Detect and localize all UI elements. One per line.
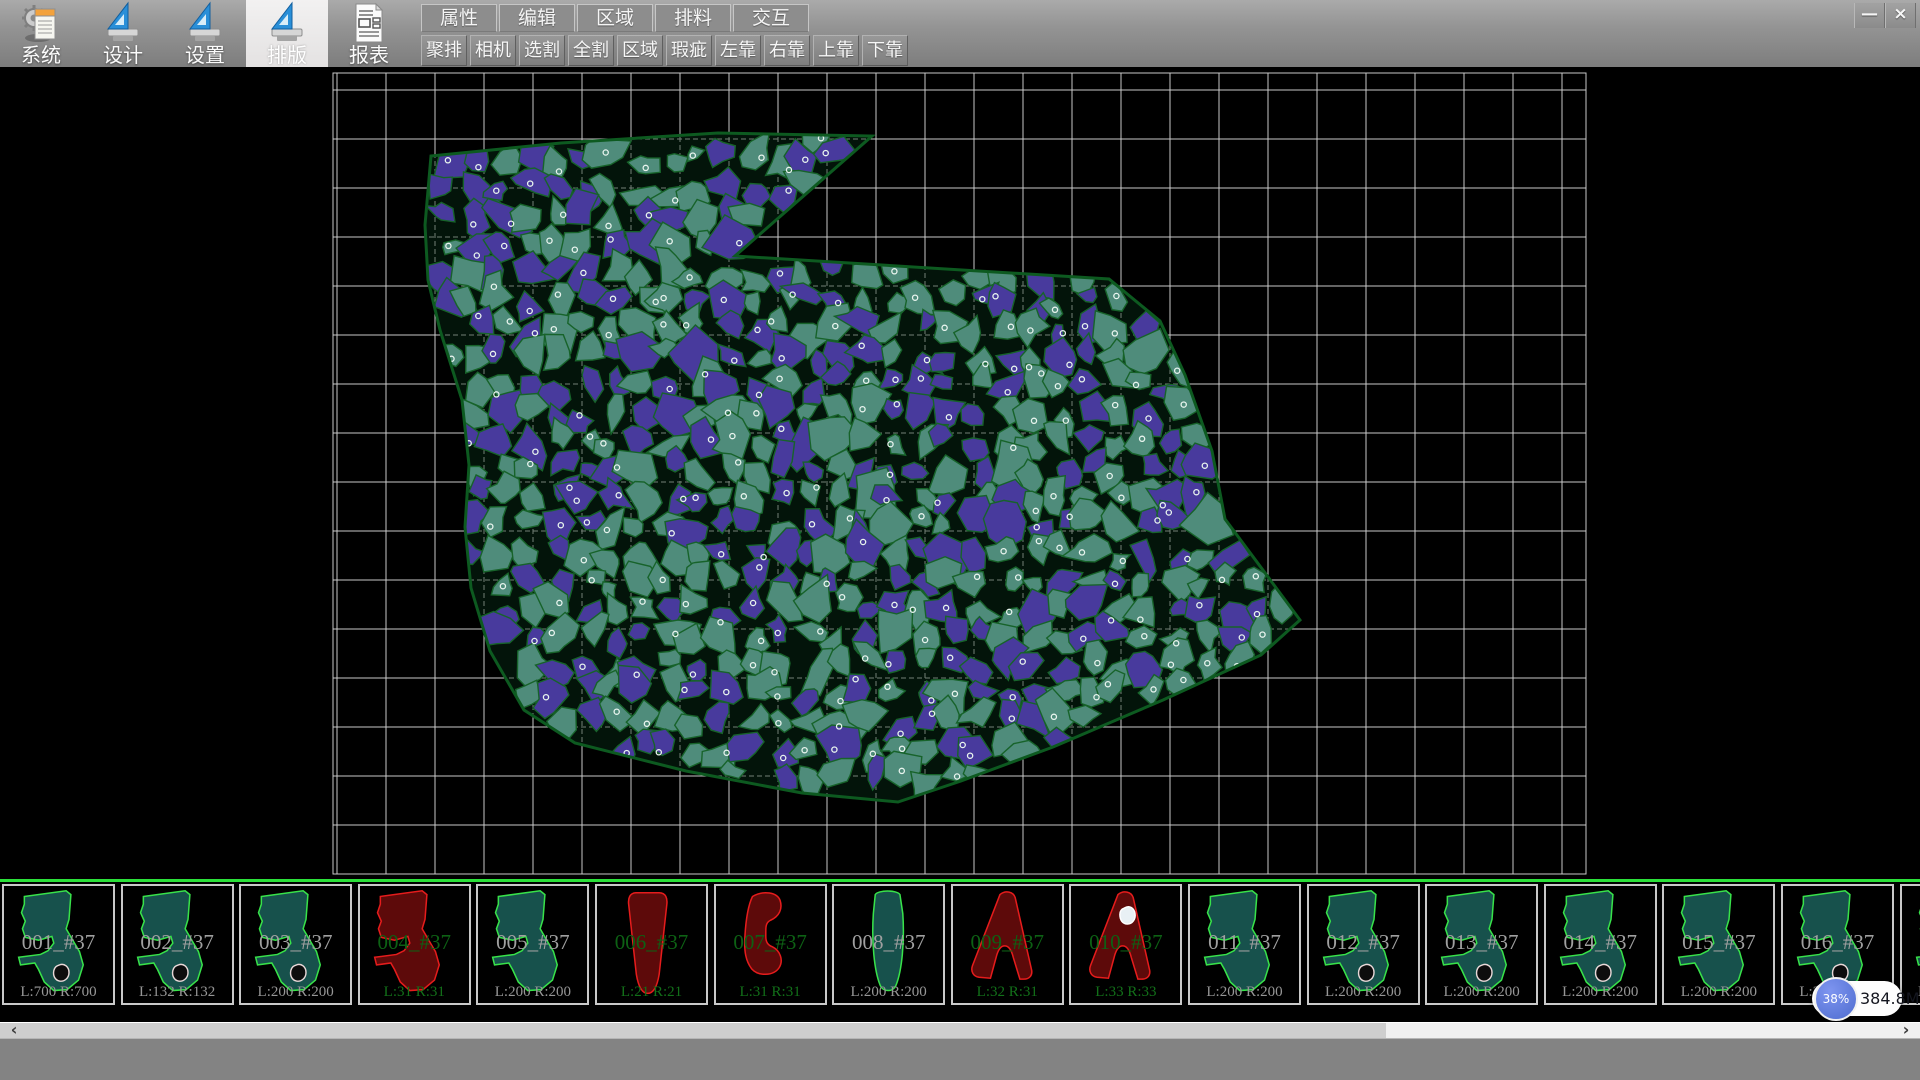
part-shape-a-shape (959, 887, 1058, 1001)
tool-button-区域[interactable]: 区域 (617, 35, 663, 66)
close-button[interactable]: × (1885, 3, 1916, 28)
part-thumbnail-014_#37[interactable]: 014_#37L:200 R:200 (1544, 884, 1657, 1005)
toolbar-button-排版[interactable]: 排版 (246, 0, 328, 67)
tool-button-选割[interactable]: 选割 (519, 35, 565, 66)
part-shape-boot (1196, 887, 1295, 1001)
tool-button-左靠[interactable]: 左靠 (715, 35, 761, 66)
part-thumbnail-004_#37[interactable]: 004_#37L:31 R:31 (358, 884, 471, 1005)
part-shape-bracket (722, 887, 821, 1001)
tool-button-上靠[interactable]: 上靠 (813, 35, 859, 66)
nesting-canvas[interactable] (0, 67, 1920, 879)
report-document-icon (349, 1, 389, 45)
tool-button-右靠[interactable]: 右靠 (764, 35, 810, 66)
parts-thumbnail-strip: 001_#37L:700 R:700002_#37L:132 R:132003_… (0, 879, 1920, 1010)
part-thumbnail-006_#37[interactable]: 006_#37L:21 R:21 (595, 884, 708, 1005)
nested-piece[interactable] (929, 353, 955, 372)
nested-piece[interactable] (623, 517, 643, 537)
menu-tab-排料[interactable]: 排料 (655, 4, 731, 32)
part-thumbnail-008_#37[interactable]: 008_#37L:200 R:200 (832, 884, 945, 1005)
toolbar-button-报表[interactable]: 报表 (328, 0, 410, 67)
part-shape-boot (366, 887, 465, 1001)
part-thumbnail-009_#37[interactable]: 009_#37L:32 R:31 (951, 884, 1064, 1005)
memory-value-label: 384.8M (1860, 989, 1920, 1008)
part-thumbnail-011_#37[interactable]: 011_#37L:200 R:200 (1188, 884, 1301, 1005)
application-window: 系统设计设置排版报表 属性编辑区域排料交互 聚排相机选割全割区域瑕疵左靠右靠上靠… (0, 0, 1920, 1080)
canvas-svg (0, 67, 1920, 879)
menu-tab-区域[interactable]: 区域 (577, 4, 653, 32)
window-controls: — × (1854, 3, 1916, 28)
tool-button-row: 聚排相机选割全割区域瑕疵左靠右靠上靠下靠 (421, 35, 911, 66)
memory-usage-badge[interactable]: 38% 384.8M (1812, 981, 1902, 1016)
design-set-square-icon (103, 1, 143, 45)
part-shape-a-shape-hole (1077, 887, 1176, 1001)
menu-tab-编辑[interactable]: 编辑 (499, 4, 575, 32)
part-thumbnail-001_#37[interactable]: 001_#37L:700 R:700 (2, 884, 115, 1005)
titlebar-toolbar: 系统设计设置排版报表 属性编辑区域排料交互 聚排相机选割全割区域瑕疵左靠右靠上靠… (0, 0, 1920, 68)
part-shape-boot-hole (10, 887, 109, 1001)
menu-tab-交互[interactable]: 交互 (733, 4, 809, 32)
toolbar-button-label: 排版 (267, 45, 307, 65)
tool-button-瑕疵[interactable]: 瑕疵 (666, 35, 712, 66)
toolbar-button-设置[interactable]: 设置 (164, 0, 246, 67)
part-thumbnail-003_#37[interactable]: 003_#37L:200 R:200 (239, 884, 352, 1005)
part-thumbnail-012_#37[interactable]: 012_#37L:200 R:200 (1307, 884, 1420, 1005)
part-shape-tooth (603, 887, 702, 1001)
part-shape-boot-hole (1552, 887, 1651, 1001)
piece-marker (461, 552, 466, 557)
part-shape-boot (484, 887, 583, 1001)
part-thumbnail-013_#37[interactable]: 013_#37L:200 R:200 (1425, 884, 1538, 1005)
system-gear-icon (21, 1, 61, 45)
parts-strip-border (0, 879, 1920, 882)
toolbar-button-label: 系统 (21, 45, 61, 65)
part-thumbnail-015_#37[interactable]: 015_#37L:200 R:200 (1662, 884, 1775, 1005)
nesting-set-square-icon (267, 1, 307, 45)
nested-piece[interactable] (685, 561, 710, 591)
part-thumbnail-002_#37[interactable]: 002_#37L:132 R:132 (121, 884, 234, 1005)
part-shape-boot-hole (1315, 887, 1414, 1001)
tool-button-下靠[interactable]: 下靠 (862, 35, 908, 66)
part-thumbnail-010_#37[interactable]: 010_#37L:33 R:33 (1069, 884, 1182, 1005)
part-shape-boot (1670, 887, 1769, 1001)
toolbar-button-设计[interactable]: 设计 (82, 0, 164, 67)
part-thumbnail-017_#37[interactable]: 017_#37L:200 R:200 (1900, 884, 1920, 1005)
menu-tab-属性[interactable]: 属性 (421, 4, 497, 32)
scroll-left-arrow-icon[interactable]: ‹ (2, 1023, 26, 1038)
tool-button-全割[interactable]: 全割 (568, 35, 614, 66)
horizontal-scrollbar[interactable]: ‹ › (0, 1022, 1920, 1038)
nested-piece[interactable] (852, 253, 883, 289)
part-shape-boot-hole (247, 887, 346, 1001)
main-mode-buttons: 系统 设计 设置 排版 报表 (0, 0, 410, 67)
part-thumbnail-007_#37[interactable]: 007_#37L:31 R:31 (714, 884, 827, 1005)
toolbar-button-系统[interactable]: 系统 (0, 0, 82, 67)
toolbar-button-label: 报表 (349, 45, 389, 65)
tool-button-相机[interactable]: 相机 (470, 35, 516, 66)
scrollbar-thumb[interactable] (0, 1023, 1386, 1038)
menu-tab-row: 属性编辑区域排料交互 (421, 4, 811, 32)
tool-button-聚排[interactable]: 聚排 (421, 35, 467, 66)
scroll-right-arrow-icon[interactable]: › (1894, 1023, 1918, 1038)
part-shape-boot-hole (1433, 887, 1532, 1001)
toolbar-button-label: 设置 (185, 45, 225, 65)
toolbar-button-label: 设计 (103, 45, 143, 65)
minimize-button[interactable]: — (1854, 3, 1885, 28)
nested-piece[interactable] (510, 204, 541, 232)
part-shape-column (840, 887, 939, 1001)
memory-percent-badge: 38% (1814, 977, 1858, 1021)
status-bar (0, 1038, 1920, 1080)
part-shape-boot (1908, 887, 1920, 1001)
part-shape-boot-hole (129, 887, 228, 1001)
settings-set-square-icon (185, 1, 225, 45)
part-thumbnail-005_#37[interactable]: 005_#37L:200 R:200 (476, 884, 589, 1005)
